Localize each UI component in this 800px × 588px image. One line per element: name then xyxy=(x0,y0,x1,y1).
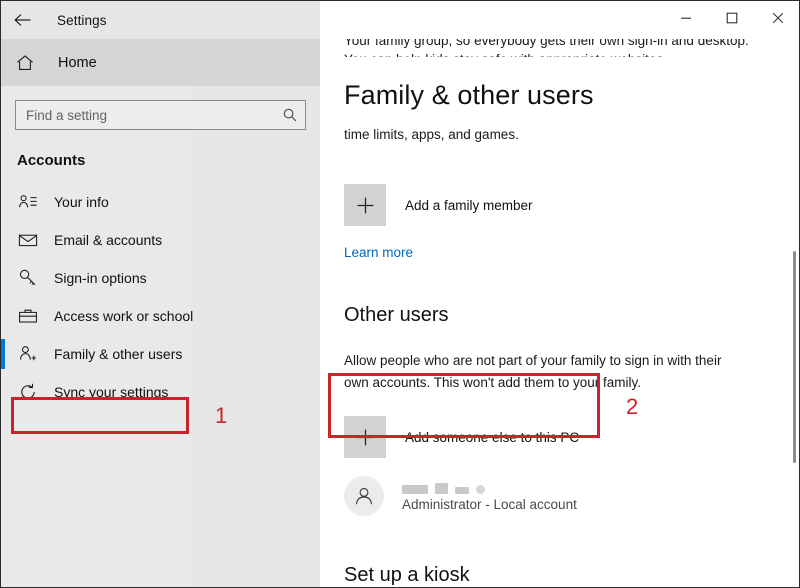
search-box[interactable] xyxy=(15,100,306,130)
sidebar-item-label: Family & other users xyxy=(54,346,183,362)
other-users-description: Allow people who are not part of your fa… xyxy=(344,350,784,394)
other-users-description-line-1: Allow people who are not part of your fa… xyxy=(344,353,722,368)
scrollbar-thumb[interactable] xyxy=(793,251,796,463)
key-icon xyxy=(17,267,39,289)
intro-text-tail: time limits, apps, and games. xyxy=(344,127,519,142)
other-users-description-line-2: own accounts. This won't add them to you… xyxy=(344,375,641,390)
add-family-member-button[interactable]: Add a family member xyxy=(344,184,533,226)
person-avatar-icon xyxy=(344,476,384,516)
account-subtitle: Administrator - Local account xyxy=(402,497,577,512)
redaction-block xyxy=(476,485,485,494)
home-label: Home xyxy=(58,54,97,71)
account-name-redacted xyxy=(402,480,577,494)
back-arrow-icon xyxy=(13,12,33,28)
settings-window: Settings Home Find a setting Accounts Yo… xyxy=(0,0,800,588)
sync-icon xyxy=(17,381,39,403)
sidebar-item-label: Your info xyxy=(54,194,109,210)
vertical-scrollbar[interactable] xyxy=(788,39,799,587)
plus-icon xyxy=(344,184,386,226)
sidebar-item-label: Access work or school xyxy=(54,308,194,324)
sidebar-item-label: Sync your settings xyxy=(54,384,169,400)
set-up-a-kiosk-heading: Set up a kiosk xyxy=(344,564,470,586)
other-users-heading: Other users xyxy=(344,304,449,326)
sidebar-item-signin-options[interactable]: Sign-in options xyxy=(1,259,320,297)
person-card-icon xyxy=(17,191,39,213)
sidebar-nav-list: Your info Email & accounts Sign-in optio… xyxy=(1,183,320,411)
add-family-member-label: Add a family member xyxy=(405,197,533,213)
title-bar-left: Settings xyxy=(1,1,320,39)
sidebar-item-label: Sign-in options xyxy=(54,270,147,286)
scrolled-clipped-text: Your family group, so everybody gets the… xyxy=(344,39,780,57)
sidebar-item-sync-your-settings[interactable]: Sync your settings xyxy=(1,373,320,411)
maximize-button[interactable] xyxy=(709,1,755,35)
close-icon xyxy=(772,12,784,24)
close-button[interactable] xyxy=(755,1,799,35)
account-text: Administrator - Local account xyxy=(402,480,577,512)
page-title: Family & other users xyxy=(344,80,602,111)
briefcase-icon xyxy=(17,305,39,327)
search-input[interactable] xyxy=(16,102,275,128)
content-pane: Your family group, so everybody gets the… xyxy=(320,39,799,587)
back-button[interactable] xyxy=(1,1,45,39)
sidebar: Home Accounts xyxy=(1,39,320,587)
sidebar-item-your-info[interactable]: Your info xyxy=(1,183,320,221)
add-someone-else-button[interactable]: Add someone else to this PC xyxy=(344,416,579,458)
redaction-block xyxy=(435,483,448,494)
learn-more-link[interactable]: Learn more xyxy=(344,245,413,260)
search-icon[interactable] xyxy=(275,101,305,129)
title-bar: Settings xyxy=(1,1,799,39)
annotation-number-2: 2 xyxy=(626,394,639,419)
minimize-icon xyxy=(680,12,692,24)
add-someone-else-label: Add someone else to this PC xyxy=(405,429,580,445)
annotation-number-1: 1 xyxy=(215,403,228,428)
minimize-button[interactable] xyxy=(663,1,709,35)
user-account-row[interactable]: Administrator - Local account xyxy=(344,476,577,516)
home-icon xyxy=(15,53,41,73)
envelope-icon xyxy=(17,229,39,251)
sidebar-item-label: Email & accounts xyxy=(54,232,163,248)
sidebar-item-home[interactable]: Home xyxy=(1,39,320,86)
search-container xyxy=(15,100,306,130)
window-title: Settings xyxy=(57,12,107,28)
caption-buttons xyxy=(663,1,799,39)
plus-icon xyxy=(344,416,386,458)
maximize-icon xyxy=(726,12,738,24)
sidebar-item-family-other-users[interactable]: Family & other users xyxy=(1,335,320,373)
redaction-block xyxy=(402,485,428,494)
sidebar-item-email-accounts[interactable]: Email & accounts xyxy=(1,221,320,259)
selection-accent-bar xyxy=(1,339,5,369)
clipped-line-1: Your family group, so everybody gets the… xyxy=(344,39,749,48)
person-add-icon xyxy=(17,343,39,365)
sidebar-item-access-work-school[interactable]: Access work or school xyxy=(1,297,320,335)
redaction-block xyxy=(455,487,469,494)
clipped-line-2: You can help kids stay safe with appropr… xyxy=(344,50,780,57)
